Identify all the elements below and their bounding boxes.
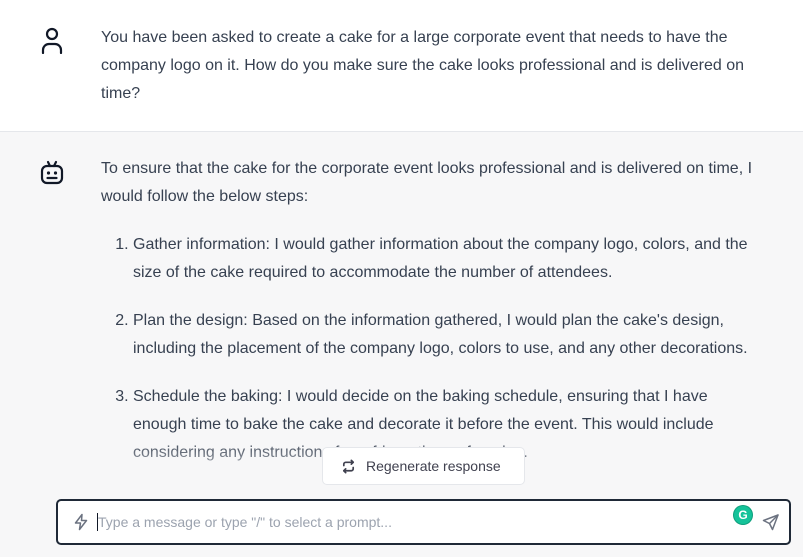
text-caret — [97, 513, 98, 531]
assistant-intro: To ensure that the cake for the corporat… — [101, 160, 753, 205]
assistant-message-text: To ensure that the cake for the corporat… — [101, 155, 761, 487]
user-message-text: You have been asked to create a cake for… — [101, 24, 761, 108]
list-item: Plan the design: Based on the informatio… — [133, 307, 761, 363]
steps-list: Gather information: I would gather infor… — [101, 231, 761, 467]
send-icon[interactable] — [762, 513, 780, 531]
user-message: You have been asked to create a cake for… — [0, 0, 803, 132]
user-message-paragraph: You have been asked to create a cake for… — [101, 29, 745, 102]
grammarly-icon[interactable]: G — [734, 506, 752, 524]
bot-icon — [40, 160, 64, 185]
list-item: Gather information: I would gather infor… — [133, 231, 761, 287]
assistant-message: To ensure that the cake for the corporat… — [0, 132, 803, 557]
composer: G — [56, 499, 791, 545]
message-input[interactable] — [98, 509, 698, 535]
regenerate-label: Regenerate response — [366, 458, 501, 474]
regenerate-response-button[interactable]: Regenerate response — [322, 447, 525, 485]
lightning-icon[interactable] — [72, 513, 90, 531]
regenerate-icon — [342, 459, 355, 473]
user-icon — [41, 27, 63, 54]
